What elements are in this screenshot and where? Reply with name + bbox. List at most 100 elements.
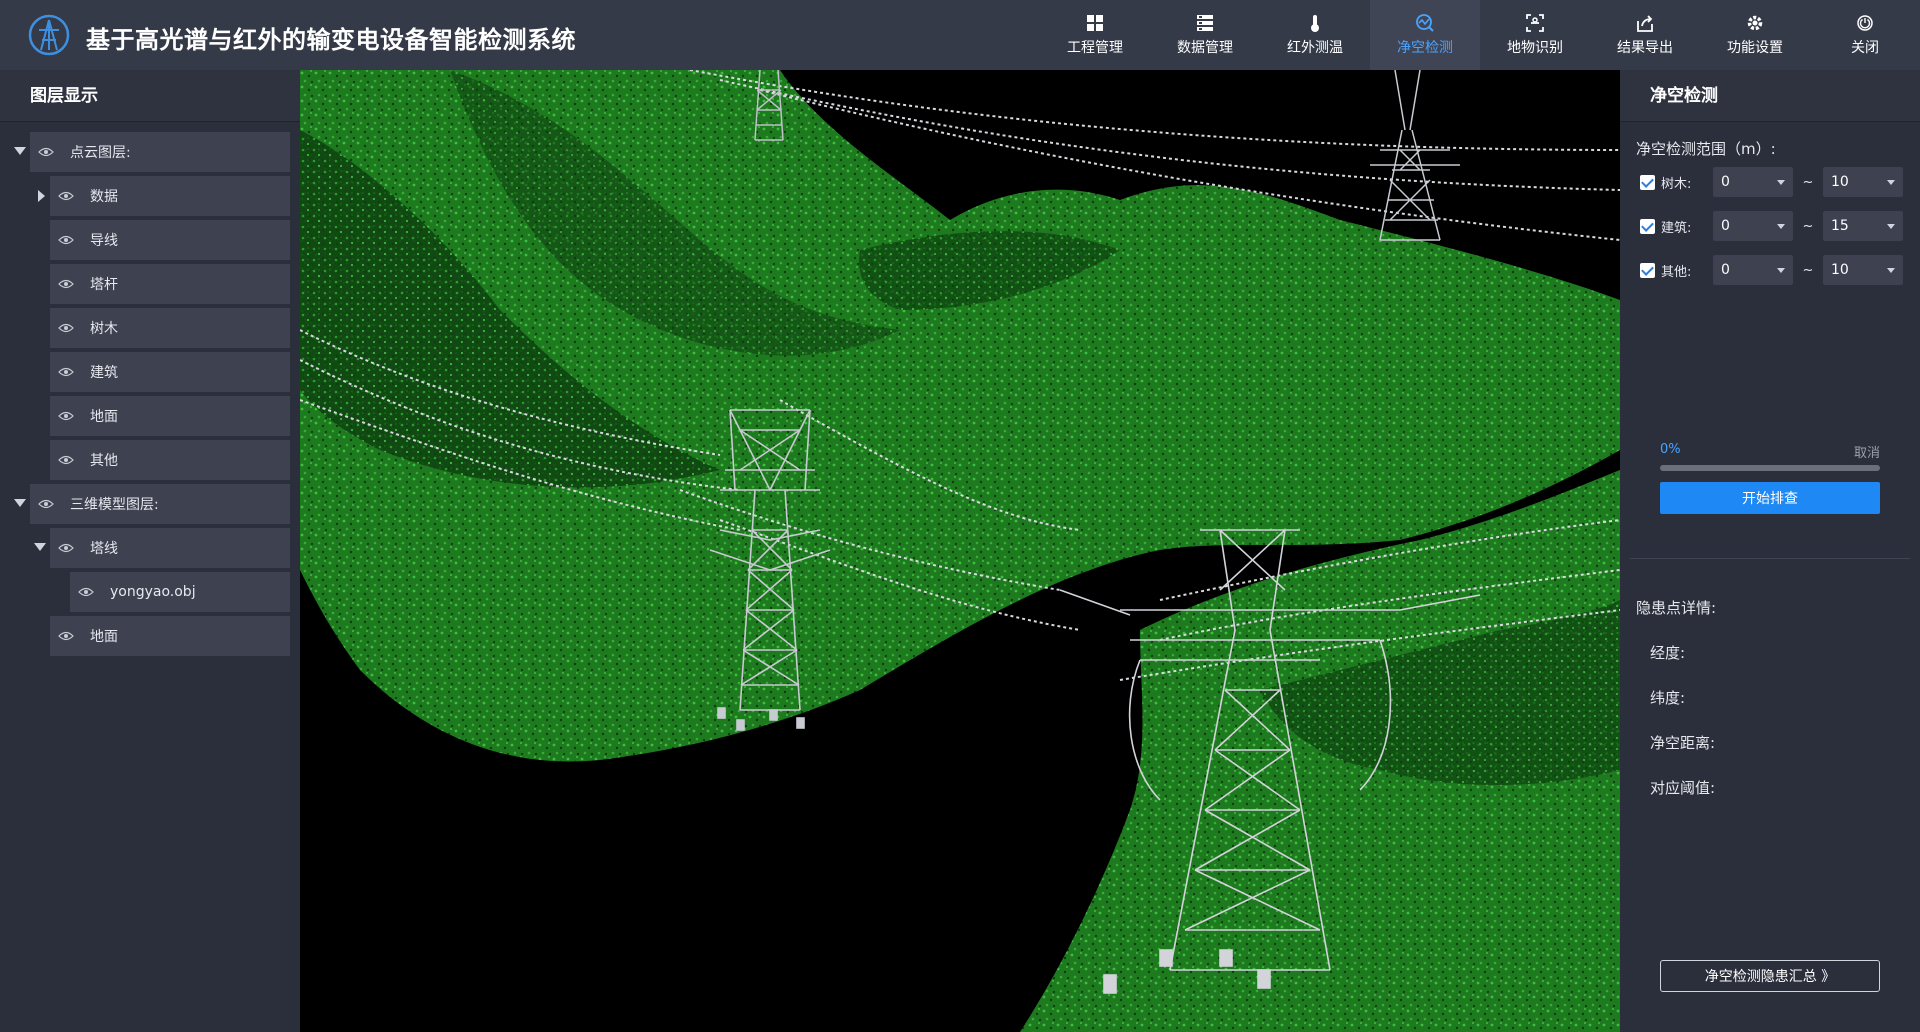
clearance-panel: 净空检测 净空检测范围（m）: 树木: 0 ~ 10 建筑: 0 ~ 15 其他… — [1620, 70, 1920, 1032]
main-nav: 工程管理 数据管理 红外测温 净空检测 地物识别 结果导出 功能设置 关闭 — [1040, 0, 1920, 70]
range-separator: ~ — [1802, 262, 1814, 278]
eye-icon[interactable] — [58, 367, 74, 377]
layer-label: 树木 — [90, 321, 118, 337]
eye-icon[interactable] — [38, 147, 54, 157]
select-value: 15 — [1831, 218, 1849, 234]
range-row-label: 建筑: — [1661, 220, 1692, 236]
tree-row-ground: 地面 — [0, 394, 300, 438]
caret-down-icon[interactable] — [14, 499, 26, 507]
progress-section: 0% 取消 — [1660, 442, 1880, 471]
layer-item-other[interactable]: 其他 — [50, 440, 290, 480]
nav-object-recognition[interactable]: 地物识别 — [1480, 0, 1590, 70]
layer-item-tower-line[interactable]: 塔线 — [50, 528, 290, 568]
pointcloud-scene — [300, 70, 1620, 1032]
nav-clearance-detection[interactable]: 净空检测 — [1370, 0, 1480, 70]
layer-item-model-file[interactable]: yongyao.obj — [70, 572, 290, 612]
tree-row-3d-model: 三维模型图层: — [0, 482, 300, 526]
nav-label: 结果导出 — [1617, 40, 1673, 56]
eye-icon[interactable] — [58, 323, 74, 333]
eye-icon[interactable] — [58, 191, 74, 201]
tree-row-tower-line: 塔线 — [0, 526, 300, 570]
caret-right-icon[interactable] — [38, 190, 45, 202]
caret-down-icon[interactable] — [34, 543, 46, 551]
trees-checkbox[interactable] — [1640, 174, 1655, 190]
eye-icon[interactable] — [58, 631, 74, 641]
hazard-summary-button[interactable]: 净空检测隐患汇总 》 — [1660, 960, 1880, 992]
range-row-label: 树木: — [1661, 176, 1692, 192]
eye-icon[interactable] — [78, 587, 94, 597]
chevron-down-icon — [1887, 267, 1895, 273]
nav-label: 红外测温 — [1287, 40, 1343, 56]
range-row-buildings: 建筑: 0 ~ 15 — [1640, 211, 1910, 241]
select-value: 0 — [1721, 218, 1730, 234]
eye-icon[interactable] — [58, 543, 74, 553]
clearance-panel-title: 净空检测 — [1620, 70, 1920, 122]
app-header: 基于高光谱与红外的输变电设备智能检测系统 工程管理 数据管理 红外测温 净空检测… — [0, 0, 1920, 70]
layer-group-3d-model[interactable]: 三维模型图层: — [30, 484, 290, 524]
details-title: 隐患点详情: — [1636, 599, 1717, 617]
layer-label: 数据 — [90, 189, 118, 205]
database-icon — [1197, 15, 1213, 31]
layer-label: 塔杆 — [90, 277, 118, 293]
eye-icon[interactable] — [58, 235, 74, 245]
layer-label: 其他 — [90, 453, 118, 469]
layer-item-conductor[interactable]: 导线 — [50, 220, 290, 260]
chevron-down-icon — [1777, 179, 1785, 185]
eye-icon[interactable] — [58, 411, 74, 421]
nav-project-management[interactable]: 工程管理 — [1040, 0, 1150, 70]
nav-infrared-temperature[interactable]: 红外测温 — [1260, 0, 1370, 70]
layer-item-data[interactable]: 数据 — [50, 176, 290, 216]
layer-label: 三维模型图层: — [70, 497, 159, 513]
layer-item-trees[interactable]: 树木 — [50, 308, 290, 348]
detail-threshold: 对应阈值: — [1650, 779, 1716, 797]
select-value: 0 — [1721, 262, 1730, 278]
other-max-select[interactable]: 10 — [1823, 255, 1903, 285]
buildings-checkbox[interactable] — [1640, 218, 1655, 234]
pointcloud-viewport[interactable] — [300, 70, 1620, 1032]
nav-result-export[interactable]: 结果导出 — [1590, 0, 1700, 70]
start-check-button[interactable]: 开始排查 — [1660, 482, 1880, 514]
nav-label: 地物识别 — [1507, 40, 1563, 56]
buildings-min-select[interactable]: 0 — [1713, 211, 1793, 241]
trees-max-select[interactable]: 10 — [1823, 167, 1903, 197]
layer-item-buildings[interactable]: 建筑 — [50, 352, 290, 392]
eye-icon[interactable] — [58, 455, 74, 465]
clearance-icon — [1416, 14, 1434, 32]
tree-row-buildings: 建筑 — [0, 350, 300, 394]
detail-clearance-distance: 净空距离: — [1650, 734, 1716, 752]
gear-icon — [1747, 15, 1763, 31]
nav-data-management[interactable]: 数据管理 — [1150, 0, 1260, 70]
select-value: 0 — [1721, 174, 1730, 190]
tree-row-conductor: 导线 — [0, 218, 300, 262]
range-label: 净空检测范围（m）: — [1636, 140, 1776, 158]
layer-item-ground[interactable]: 地面 — [50, 396, 290, 436]
cancel-button[interactable]: 取消 — [1854, 442, 1880, 461]
caret-down-icon[interactable] — [14, 147, 26, 155]
nav-close[interactable]: 关闭 — [1810, 0, 1920, 70]
layer-item-model-ground[interactable]: 地面 — [50, 616, 290, 656]
chevron-down-icon — [1887, 223, 1895, 229]
chevron-down-icon — [1887, 179, 1895, 185]
nav-function-settings[interactable]: 功能设置 — [1700, 0, 1810, 70]
range-separator: ~ — [1802, 218, 1814, 234]
layer-group-pointcloud[interactable]: 点云图层: — [30, 132, 290, 172]
layer-item-tower[interactable]: 塔杆 — [50, 264, 290, 304]
nav-label: 功能设置 — [1727, 40, 1783, 56]
layer-label: 塔线 — [90, 541, 118, 557]
grid-icon — [1087, 15, 1103, 31]
vegetation-pointcloud — [300, 70, 1620, 1032]
eye-icon[interactable] — [38, 499, 54, 509]
other-min-select[interactable]: 0 — [1713, 255, 1793, 285]
app-title: 基于高光谱与红外的输变电设备智能检测系统 — [86, 26, 576, 54]
layer-label: 地面 — [90, 409, 118, 425]
nav-label: 净空检测 — [1397, 40, 1453, 56]
trees-min-select[interactable]: 0 — [1713, 167, 1793, 197]
nav-label: 关闭 — [1851, 40, 1879, 56]
tree-row-model-ground: 地面 — [0, 614, 300, 658]
eye-icon[interactable] — [58, 279, 74, 289]
select-value: 10 — [1831, 174, 1849, 190]
buildings-max-select[interactable]: 15 — [1823, 211, 1903, 241]
layer-label: 建筑 — [90, 365, 118, 381]
other-checkbox[interactable] — [1640, 262, 1655, 278]
tree-row-trees: 树木 — [0, 306, 300, 350]
